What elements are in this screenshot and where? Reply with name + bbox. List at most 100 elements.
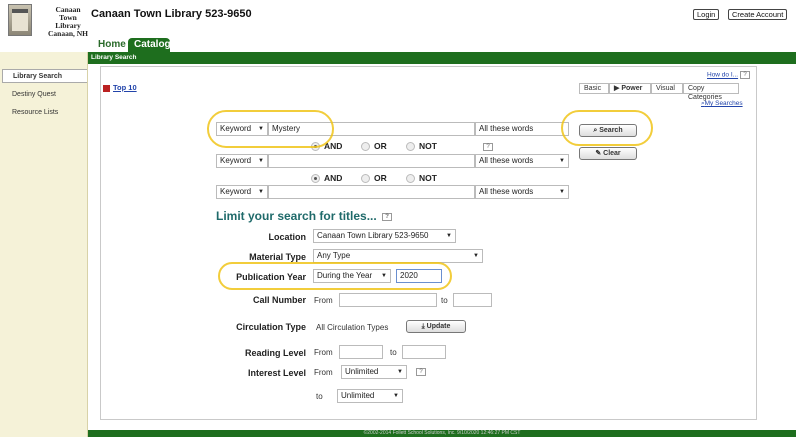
interest-level-to-select[interactable]: Unlimited ▼ — [337, 389, 403, 403]
tab-home[interactable]: Home — [92, 38, 126, 52]
call-number-from-label: From — [314, 296, 333, 305]
clear-icon: ✎ — [595, 150, 604, 157]
library-logo: Canaan Town Library Canaan, NH — [8, 4, 88, 42]
search-type-select-3[interactable]: Keyword ▼ — [216, 185, 268, 199]
radio-or-1[interactable]: OR — [361, 141, 387, 152]
site-title: Canaan Town Library 523-9650 — [91, 8, 252, 20]
search-type-3-value: Keyword — [220, 187, 252, 196]
reading-level-from-input[interactable] — [339, 345, 383, 359]
tab-visual[interactable]: Visual — [651, 83, 683, 94]
radio-not-2[interactable]: NOT — [406, 173, 437, 184]
search-type-select-2[interactable]: Keyword ▼ — [216, 154, 268, 168]
chevron-down-icon: ▼ — [397, 369, 403, 375]
highlight-keyword — [207, 110, 334, 148]
interest-level-label: Interest Level — [247, 368, 306, 378]
match-select-2[interactable]: All these words ▼ — [475, 154, 569, 168]
radio-dot — [361, 174, 370, 184]
building-icon — [8, 4, 32, 36]
chevron-down-icon: ▼ — [393, 393, 399, 399]
chevron-down-icon: ▼ — [473, 253, 479, 259]
tab-basic[interactable]: Basic — [579, 83, 609, 94]
chevron-down-icon: ▼ — [446, 233, 452, 239]
tab-power-label: Power — [621, 85, 643, 92]
call-number-to-label: to — [441, 296, 448, 305]
call-number-from-input[interactable] — [339, 293, 437, 307]
material-type-value: Any Type — [317, 251, 351, 260]
update-button-label: Update — [426, 323, 451, 330]
interest-level-from-select[interactable]: Unlimited ▼ — [341, 365, 407, 379]
radio-label: OR — [374, 173, 387, 183]
highlight-search-button — [561, 110, 653, 146]
radio-and-2[interactable]: AND — [311, 173, 342, 184]
help-icon[interactable]: ? — [416, 368, 426, 376]
footer: ©2002-2014 Follett School Solutions, Inc… — [88, 430, 796, 437]
match-select-1[interactable]: All these words — [475, 122, 569, 136]
limit-title-text: Limit your search for titles... — [216, 209, 377, 223]
help-icon[interactable]: ? — [382, 212, 393, 221]
reading-level-to-label: to — [390, 348, 397, 357]
radio-label: NOT — [419, 141, 437, 151]
subnav-bar: Library Search — [88, 52, 796, 64]
help-icon[interactable]: ? — [483, 143, 493, 151]
clear-button-label: Clear — [603, 150, 621, 157]
radio-or-2[interactable]: OR — [361, 173, 387, 184]
radio-dot — [406, 174, 415, 184]
how-do-i-link[interactable]: How do I...? — [707, 71, 751, 79]
reading-level-from-label: From — [314, 348, 333, 357]
material-type-label: Material Type — [249, 252, 306, 262]
radio-dot — [406, 142, 415, 152]
top10-link[interactable]: Top 10 — [103, 83, 137, 92]
search-panel: Top 10 How do I...? Basic ▶ Power Visual… — [100, 66, 757, 420]
match-1-value: All these words — [479, 124, 534, 133]
interest-level-to-label: to — [316, 392, 323, 401]
circulation-type-value: All Circulation Types — [316, 323, 389, 332]
my-searches-link[interactable]: ⌕My Searches — [701, 100, 743, 108]
match-3-value: All these words — [479, 187, 534, 196]
sidebar: Library Search Destiny Quest Resource Li… — [0, 52, 88, 437]
interest-from-value: Unlimited — [345, 367, 379, 376]
search-input-2[interactable] — [268, 154, 475, 168]
search-input-3[interactable] — [268, 185, 475, 199]
chevron-down-icon: ▼ — [559, 158, 565, 164]
location-label: Location — [268, 232, 307, 242]
logo-text: Canaan Town Library Canaan, NH — [47, 5, 88, 38]
radio-not-1[interactable]: NOT — [406, 141, 437, 152]
location-value: Canaan Town Library 523-9650 — [317, 231, 429, 240]
radio-label: NOT — [419, 173, 437, 183]
sidebar-item-resource-lists[interactable]: Resource Lists — [2, 106, 87, 120]
match-select-3[interactable]: All these words ▼ — [475, 185, 569, 199]
how-do-i-label: How do I... — [707, 71, 739, 79]
search-type-2-value: Keyword — [220, 156, 252, 165]
material-type-select[interactable]: Any Type ▼ — [313, 249, 483, 263]
header: Canaan Town Library Canaan, NH Canaan To… — [0, 0, 796, 52]
circulation-type-label: Circulation Type — [236, 322, 306, 332]
help-icon[interactable]: ? — [740, 71, 751, 79]
radio-dot — [311, 174, 320, 184]
interest-to-value: Unlimited — [341, 391, 375, 400]
limit-title: Limit your search for titles... ? — [216, 209, 393, 223]
radio-dot — [361, 142, 370, 152]
sidebar-item-library-search[interactable]: Library Search — [2, 69, 87, 83]
tab-power[interactable]: ▶ Power — [609, 83, 651, 94]
create-account-button[interactable]: Create Account — [728, 9, 788, 20]
tab-copy-categories[interactable]: Copy Categories — [683, 83, 739, 101]
radio-label: AND — [324, 173, 343, 183]
my-searches-label: My Searches — [704, 100, 743, 107]
update-button[interactable]: ⤓ Update — [406, 320, 466, 333]
radio-label: OR — [374, 141, 387, 151]
tab-catalog[interactable]: Catalog — [128, 38, 171, 52]
reading-level-to-input[interactable] — [402, 345, 446, 359]
location-select[interactable]: Canaan Town Library 523-9650 ▼ — [313, 229, 456, 243]
match-2-value: All these words — [479, 156, 534, 165]
login-button[interactable]: Login — [693, 9, 720, 20]
call-number-label: Call Number — [252, 295, 306, 305]
chevron-down-icon: ▼ — [258, 189, 264, 195]
clear-button[interactable]: ✎ Clear — [579, 147, 637, 160]
call-number-to-input[interactable] — [453, 293, 492, 307]
reading-level-label: Reading Level — [244, 348, 306, 358]
chevron-down-icon: ▼ — [258, 158, 264, 164]
book-icon — [103, 84, 110, 92]
highlight-publication-year — [218, 262, 452, 290]
interest-level-from-label: From — [314, 368, 333, 377]
sidebar-item-destiny-quest[interactable]: Destiny Quest — [2, 88, 87, 102]
